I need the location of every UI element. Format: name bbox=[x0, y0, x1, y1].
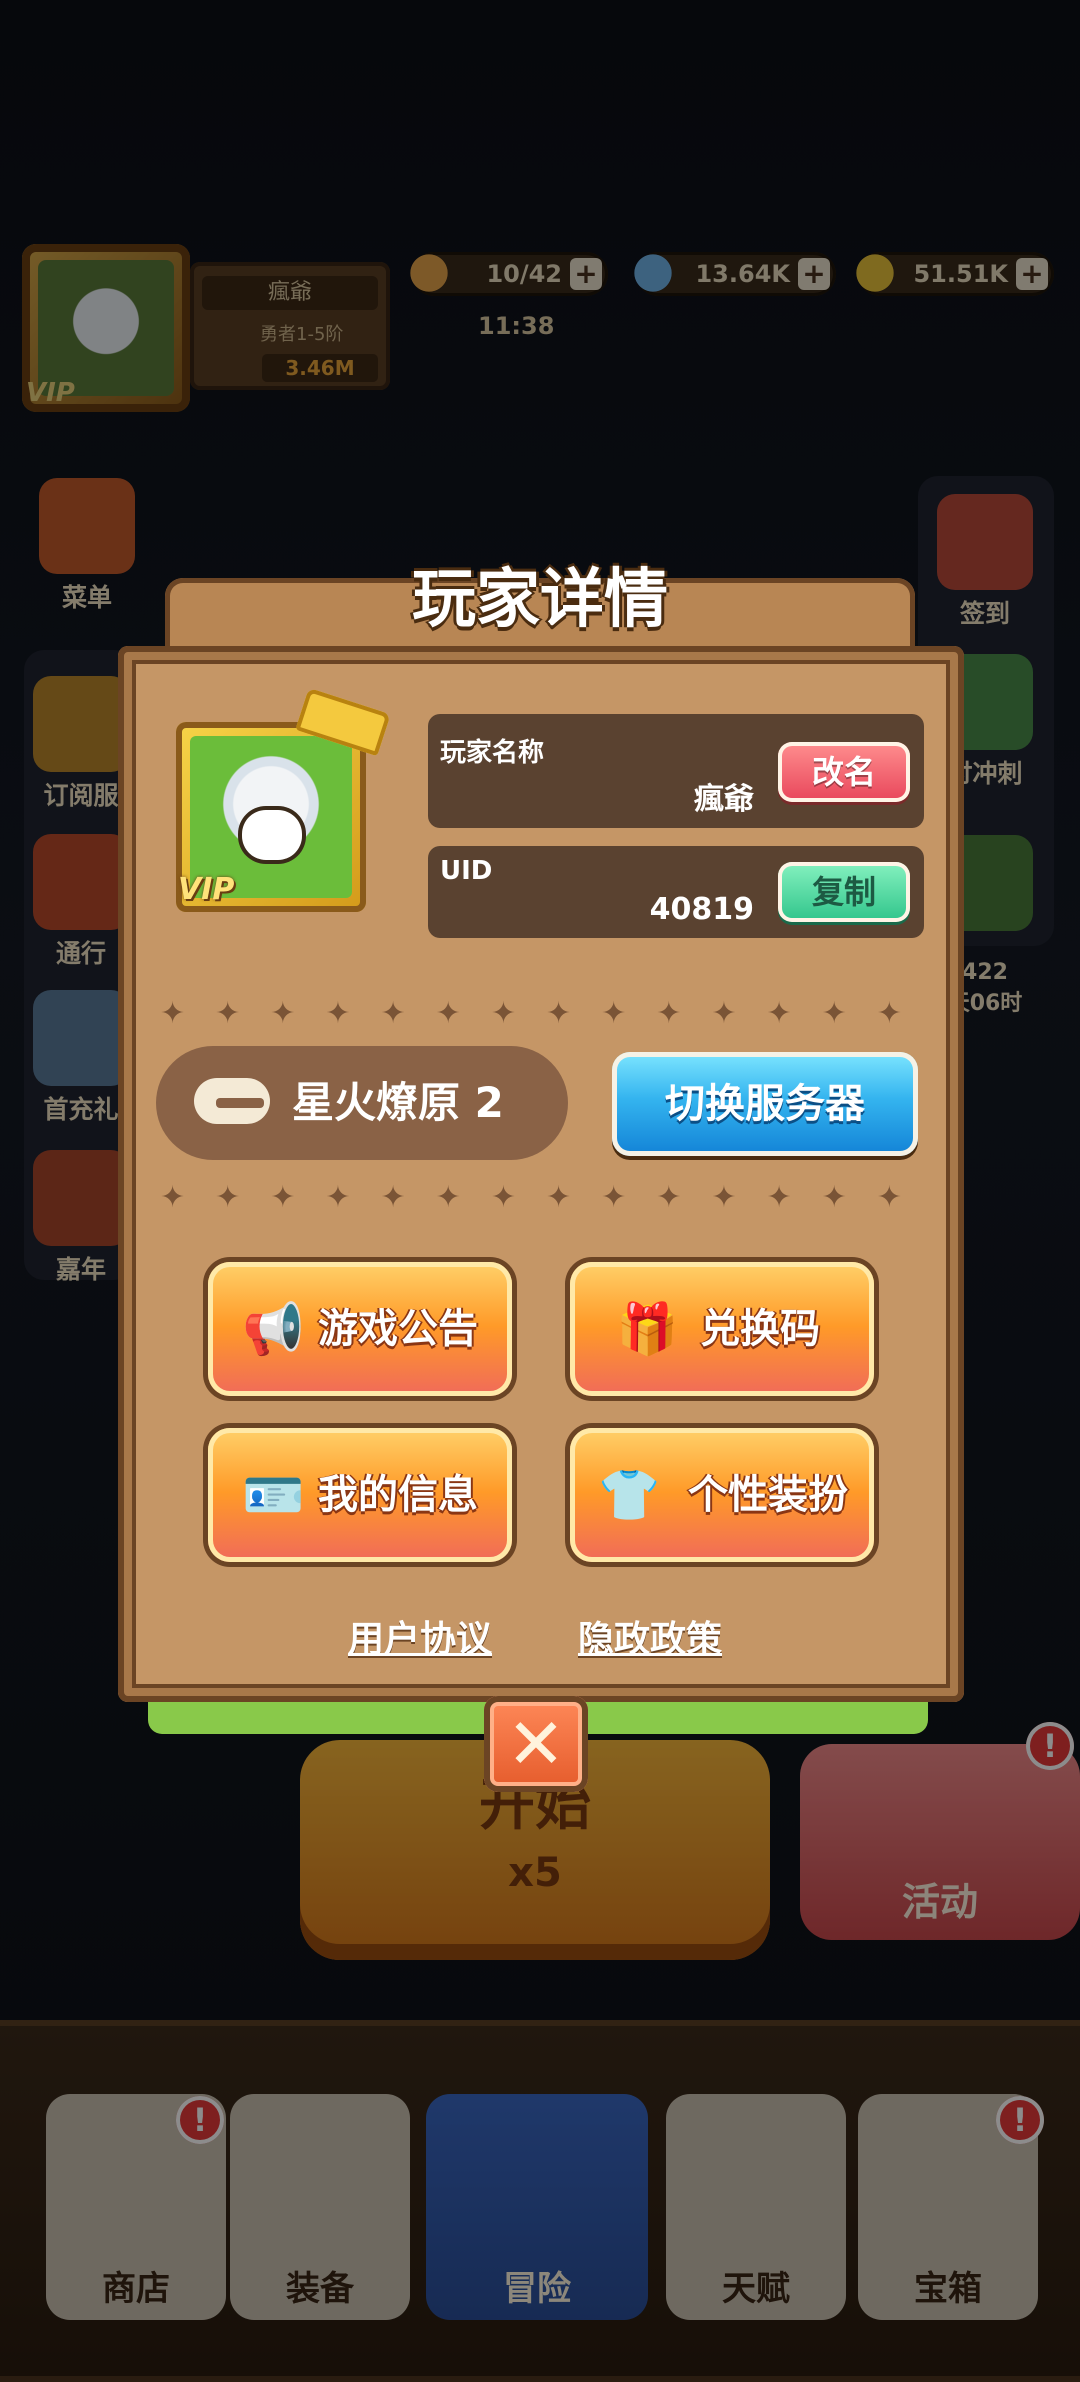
player-name-value: 瘋爺 bbox=[694, 782, 754, 817]
uid-label: UID bbox=[440, 856, 493, 886]
close-dialog-button[interactable]: ✕ bbox=[484, 1696, 588, 1792]
cloud-server-icon bbox=[194, 1078, 270, 1124]
divider-top: ✦✦✦✦✦✦✦✦✦✦✦✦✦✦✦✦ bbox=[160, 996, 920, 1026]
server-name: 星火燎原 2 bbox=[292, 1078, 504, 1127]
my-info-button[interactable]: 🪪 我的信息 bbox=[208, 1428, 512, 1562]
megaphone-icon: 📢 bbox=[242, 1300, 305, 1358]
divider-bottom: ✦✦✦✦✦✦✦✦✦✦✦✦✦✦✦✦ bbox=[160, 1180, 920, 1210]
uid-value: 40819 bbox=[649, 892, 754, 927]
player-name-label: 玩家名称 bbox=[440, 738, 545, 768]
rename-button[interactable]: 改名 bbox=[778, 742, 910, 802]
game-announcement-label: 游戏公告 bbox=[318, 1306, 478, 1352]
server-display: 星火燎原 2 bbox=[156, 1046, 568, 1160]
tshirt-icon: 👕 bbox=[598, 1466, 661, 1524]
copy-uid-button[interactable]: 复制 bbox=[778, 862, 910, 922]
id-card-icon: 🪪 bbox=[242, 1466, 305, 1524]
player-avatar: VIP bbox=[176, 722, 366, 912]
vip-badge: VIP bbox=[178, 872, 235, 907]
user-agreement-link[interactable]: 用户协议 bbox=[348, 1610, 492, 1662]
redeem-code-label: 兑换码 bbox=[700, 1306, 820, 1352]
redeem-code-button[interactable]: 🎁 兑换码 bbox=[570, 1262, 874, 1396]
dialog-title: 玩家详情 bbox=[412, 563, 668, 637]
customize-outfit-label: 个性装扮 bbox=[688, 1472, 848, 1518]
my-info-label: 我的信息 bbox=[318, 1472, 478, 1518]
customize-outfit-button[interactable]: 👕 个性装扮 bbox=[570, 1428, 874, 1562]
privacy-policy-link[interactable]: 隐政政策 bbox=[578, 1610, 722, 1662]
switch-server-button[interactable]: 切换服务器 bbox=[612, 1052, 918, 1156]
game-announcement-button[interactable]: 📢 游戏公告 bbox=[208, 1262, 512, 1396]
gift-icon: 🎁 bbox=[616, 1300, 679, 1358]
character-face-icon bbox=[242, 810, 302, 860]
